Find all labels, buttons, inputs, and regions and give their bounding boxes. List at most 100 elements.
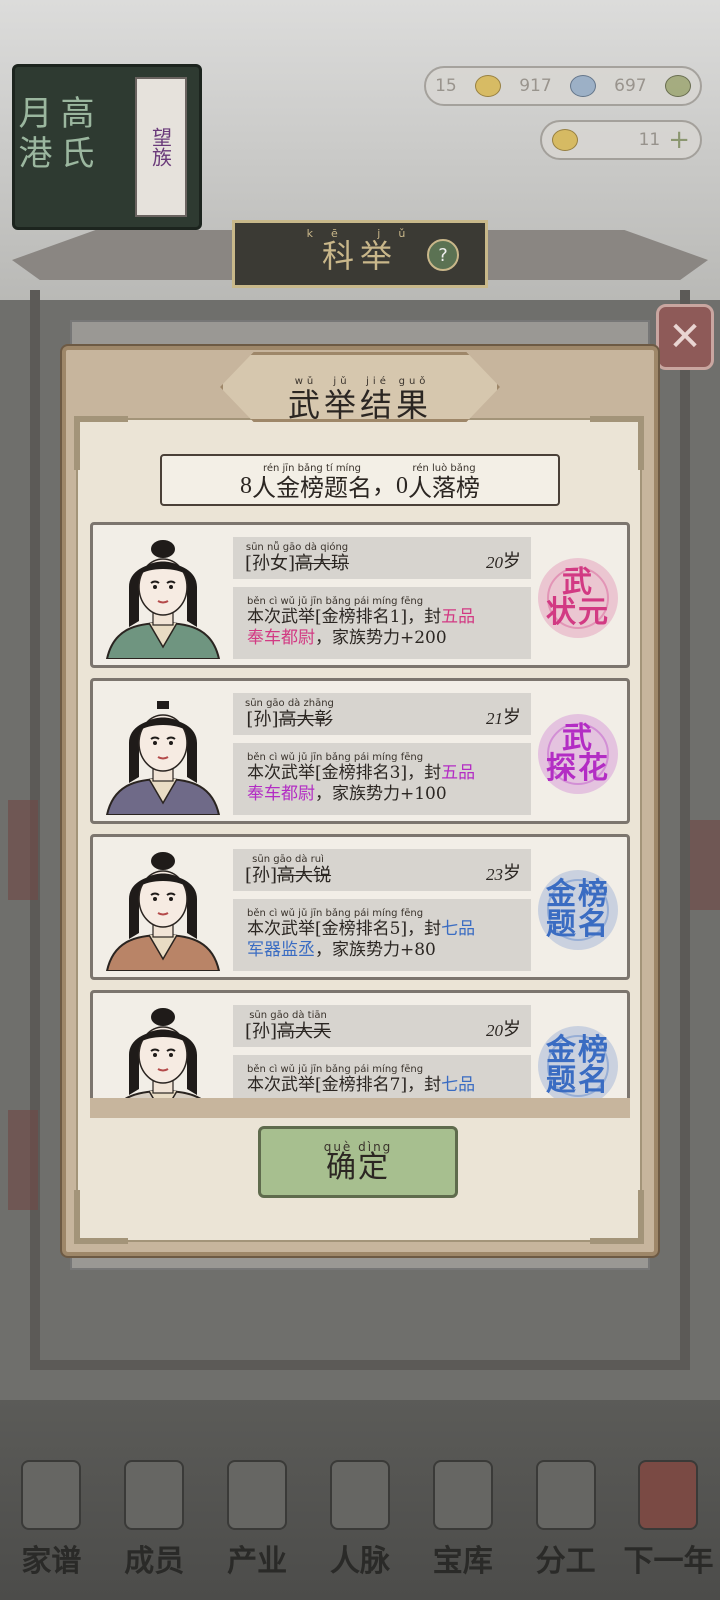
failed-count: 0 — [396, 473, 408, 499]
modal-title: wǔ 武 jǔ 举 jié 结 guǒ 果 — [220, 352, 500, 422]
portrait-avatar — [99, 687, 227, 816]
result-description: běn cì wǔ jǔ jīn bǎng pái míng fēng 本次武举[… — [233, 743, 531, 815]
desc-rank: 5 — [389, 919, 401, 939]
stamp-line-1: 金榜 — [546, 877, 610, 912]
dock-members[interactable]: 成员 — [108, 1460, 200, 1580]
add-currency-icon[interactable]: + — [668, 125, 690, 155]
stamp-line-1: 武 — [562, 721, 594, 756]
desc-prefix: 本次武举[金榜排名 — [247, 607, 390, 627]
stamp-line-2: 题名 — [546, 907, 610, 942]
resource-value-3: 697 — [614, 76, 647, 96]
desc-official-rank: 七品 — [441, 919, 476, 939]
currency-bar[interactable]: 11 + — [540, 120, 702, 160]
candidate-age: 20 — [486, 1021, 503, 1040]
result-card[interactable]: sūn gāo dà tiān [孙]高大天 20 岁 běn cì wǔ jǔ jīn… — [90, 990, 630, 1098]
result-card[interactable]: sūn nǚ gāo dà qióng [孙女]高大琼 20 岁 běn cì wǔ j… — [90, 522, 630, 668]
stamp-line-1: 武 — [562, 565, 594, 600]
result-description: běn cì wǔ jǔ jīn bǎng pái míng fēng 本次武举[… — [233, 587, 531, 659]
candidate-name: 高大彰 — [278, 709, 333, 730]
keju-banner: kē jǔ 科举 ? — [232, 220, 488, 288]
resource-bar[interactable]: 15 917 697 — [424, 66, 702, 106]
candidate-name-row: sūn gāo dà tiān [孙]高大天 20 岁 — [233, 1005, 531, 1047]
frame-corner — [590, 416, 644, 470]
candidate-age: 21 — [486, 709, 503, 728]
desc-official-rank: 七品 — [441, 1075, 476, 1095]
summary-separator: ， — [372, 471, 396, 499]
gold-ingot-icon — [474, 75, 501, 97]
relation-label: [孙女] — [245, 553, 296, 574]
passed-count: 8 — [240, 473, 252, 499]
dock-treasury[interactable]: 宝库 — [417, 1460, 509, 1580]
desc-influence: +80 — [400, 940, 436, 960]
candidate-name: 高大琼 — [295, 553, 350, 574]
rank-stamp: 武探花 — [535, 711, 621, 797]
resource-value-2: 917 — [519, 76, 552, 96]
confirm-button[interactable]: què dìng 确定 — [258, 1126, 458, 1198]
side-tab-right[interactable] — [690, 820, 720, 910]
candidate-name: 高大锐 — [277, 865, 332, 886]
dock-label: 成员 — [124, 1544, 185, 1579]
side-tab-left-2[interactable] — [8, 1110, 38, 1210]
result-card[interactable]: sūn gāo dà zhāng [孙]高大彰 21 岁 běn cì wǔ jǔ jī… — [90, 678, 630, 824]
lantern-icon — [638, 1460, 699, 1530]
treasury-icon — [432, 1460, 493, 1530]
dock-label: 产业 — [227, 1544, 288, 1579]
coin-icon — [664, 75, 691, 97]
result-summary: 8 rén jīn bǎng tí míng 人金榜题名 ， 0 rén luò … — [160, 454, 560, 506]
relation-label: [孙] — [246, 709, 279, 730]
result-list[interactable]: sūn nǚ gāo dà qióng [孙女]高大琼 20 岁 běn cì wǔ j… — [90, 522, 630, 1098]
candidate-name-row: sūn nǚ gāo dà qióng [孙女]高大琼 20 岁 — [233, 537, 531, 579]
age-unit: 岁 — [503, 551, 521, 572]
candidate-name-row: sūn gāo dà ruì [孙]高大锐 23 岁 — [233, 849, 531, 891]
frame-corner — [590, 1190, 644, 1244]
close-button[interactable]: ✕ — [656, 304, 714, 370]
rank-stamp: 金榜 题名 — [535, 1023, 621, 1098]
portrait-avatar — [99, 843, 227, 972]
age-unit: 岁 — [503, 863, 521, 884]
relation-label: [孙] — [245, 865, 278, 886]
passed-label: 人金榜题名 — [252, 474, 372, 502]
desc-influence: +100 — [400, 784, 447, 804]
dock-next-year[interactable]: 下一年 — [622, 1460, 714, 1580]
candidate-age: 20 — [486, 553, 503, 572]
dock-label: 家谱 — [21, 1544, 82, 1579]
desc-rank: 7 — [389, 1075, 401, 1095]
clan-plaque-text-1: 月港 — [12, 95, 52, 175]
network-icon — [329, 1460, 390, 1530]
failed-label: 人落榜 — [408, 474, 480, 502]
dock-network[interactable]: 人脉 — [314, 1460, 406, 1580]
desc-influence: +200 — [400, 628, 447, 648]
dock-genealogy[interactable]: 家谱 — [5, 1460, 97, 1580]
keju-pinyin: kē jǔ — [306, 227, 424, 240]
candidate-age: 23 — [486, 865, 503, 884]
desc-suffix: ，家族势力 — [315, 628, 400, 648]
silver-icon — [569, 75, 596, 97]
currency-value: 11 — [638, 130, 661, 150]
result-description: běn cì wǔ jǔ jīn bǎng pái míng fēng 本次武举[… — [233, 1055, 531, 1098]
dock-label: 人脉 — [329, 1544, 390, 1579]
resource-value-1: 15 — [435, 76, 457, 96]
stamp-line-1: 金榜 — [546, 1033, 610, 1068]
desc-rank: 1 — [389, 607, 401, 627]
side-tab-left-1[interactable] — [8, 800, 38, 900]
list-fade — [90, 1098, 630, 1118]
result-card[interactable]: sūn gāo dà ruì [孙]高大锐 23 岁 běn cì wǔ jǔ jīn … — [90, 834, 630, 980]
desc-official-rank: 五品 — [441, 607, 476, 627]
bottom-dock: 家谱 成员 产业 人脉 宝库 分工 下一年 — [0, 1440, 720, 1600]
stamp-line-2: 探花 — [546, 751, 610, 786]
clan-plaque[interactable]: 高氏 月港 望族 — [12, 64, 202, 230]
desc-suffix: ，家族势力 — [315, 940, 400, 960]
dock-property[interactable]: 产业 — [211, 1460, 303, 1580]
desc-suffix: ，家族势力 — [315, 784, 400, 804]
result-description: běn cì wǔ jǔ jīn bǎng pái míng fēng 本次武举[… — [233, 899, 531, 971]
modal-title-text: wǔ 武 jǔ 举 jié 结 guǒ 果 — [287, 375, 433, 424]
desc-prefix: 本次武举[金榜排名 — [247, 1075, 390, 1095]
property-icon — [227, 1460, 288, 1530]
help-button[interactable]: ? — [427, 239, 459, 271]
dock-label: 下一年 — [623, 1544, 714, 1579]
genealogy-icon — [21, 1460, 82, 1530]
frame-corner — [74, 1190, 128, 1244]
dock-assign[interactable]: 分工 — [520, 1460, 612, 1580]
relation-label: [孙] — [245, 1021, 278, 1042]
dock-label: 分工 — [535, 1544, 596, 1579]
